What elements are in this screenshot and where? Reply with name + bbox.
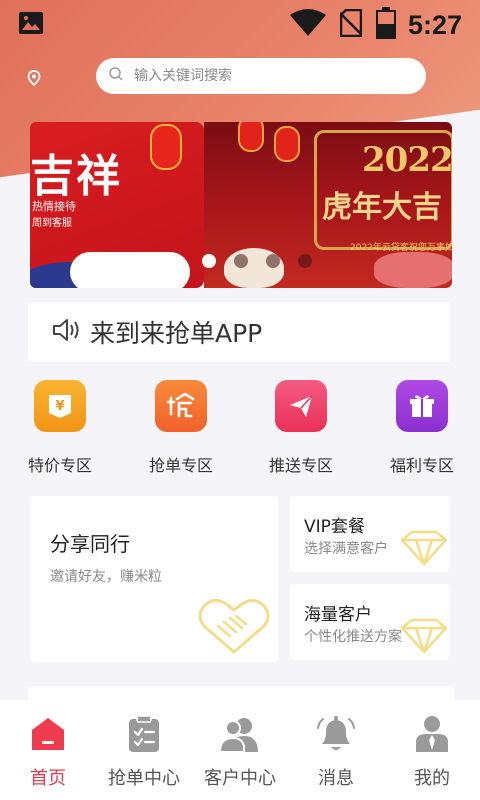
tab-label: 首页 bbox=[30, 768, 66, 789]
banner-slide-left[interactable]: 吉祥 热情接待 周到客服 bbox=[30, 122, 204, 288]
carousel-dot[interactable] bbox=[298, 254, 312, 268]
home-icon bbox=[28, 714, 68, 754]
mass-clients-card[interactable]: 海量客户 个性化推送方案 bbox=[290, 584, 450, 660]
banner-year: 2022 bbox=[362, 140, 452, 180]
grab-icon bbox=[155, 380, 207, 432]
lantern-icon bbox=[150, 124, 182, 170]
mass-subtitle: 个性化推送方案 bbox=[304, 629, 402, 645]
notice-text: 来到来抢单APP bbox=[90, 319, 263, 348]
send-icon bbox=[275, 380, 327, 432]
banner-slide-line1: 热情接待 bbox=[32, 200, 76, 213]
feature-specials[interactable]: ¥ 特价专区 bbox=[10, 380, 110, 476]
no-sim-icon bbox=[339, 8, 363, 41]
bottom-tab-bar: 首页 抢单中心 客户中心 消息 我的 bbox=[0, 700, 480, 800]
vip-subtitle: 选择满意客户 bbox=[304, 541, 388, 557]
location-icon[interactable] bbox=[27, 70, 41, 87]
users-icon bbox=[218, 714, 260, 754]
diamond-icon bbox=[400, 530, 448, 570]
vip-title: VIP套餐 bbox=[304, 517, 365, 537]
banner-subtitle: 2022年云贷客祝您万事如意 bbox=[350, 243, 452, 253]
tab-label: 客户中心 bbox=[204, 768, 276, 789]
banner-slide-title: 吉祥 bbox=[30, 151, 122, 202]
tab-grab-center[interactable]: 抢单中心 bbox=[96, 700, 192, 800]
lantern-icon bbox=[238, 122, 264, 152]
search-icon bbox=[108, 66, 124, 86]
banner-headline: 虎年大吉 bbox=[322, 190, 442, 225]
speaker-icon bbox=[52, 317, 82, 347]
cloud-decoration bbox=[70, 252, 190, 288]
tab-label: 我的 bbox=[414, 768, 450, 789]
clipboard-icon bbox=[124, 714, 164, 754]
feature-label: 特价专区 bbox=[27, 456, 92, 475]
tab-label: 消息 bbox=[318, 768, 354, 789]
lantern-icon bbox=[274, 126, 300, 162]
gift-icon bbox=[396, 380, 448, 432]
yuan-icon: ¥ bbox=[34, 380, 86, 432]
carousel-dot[interactable] bbox=[266, 254, 280, 268]
share-title: 分享同行 bbox=[50, 532, 130, 556]
tab-client-center[interactable]: 客户中心 bbox=[192, 700, 288, 800]
share-card[interactable]: 分享同行 邀请好友，赚米粒 bbox=[30, 496, 278, 662]
search-bar[interactable] bbox=[96, 58, 426, 94]
banner-slide-line2: 周到客服 bbox=[32, 218, 72, 229]
flower-decoration bbox=[374, 252, 452, 288]
mass-title: 海量客户 bbox=[304, 605, 372, 625]
search-input[interactable] bbox=[134, 68, 384, 84]
svg-text:¥: ¥ bbox=[55, 399, 64, 414]
diamond-icon bbox=[400, 618, 448, 658]
tab-messages[interactable]: 消息 bbox=[288, 700, 384, 800]
status-bar: 5:27 bbox=[0, 0, 480, 50]
feature-grab[interactable]: 抢单专区 bbox=[131, 380, 231, 476]
feature-label: 抢单专区 bbox=[148, 456, 213, 475]
feature-push[interactable]: 推送专区 bbox=[251, 380, 351, 476]
notice-bar[interactable]: 来到来抢单APP bbox=[28, 302, 450, 362]
feature-label: 福利专区 bbox=[389, 456, 454, 475]
tab-me[interactable]: 我的 bbox=[384, 700, 480, 800]
carousel-dot[interactable] bbox=[234, 254, 248, 268]
carousel-indicator bbox=[202, 254, 312, 268]
person-icon bbox=[412, 714, 452, 754]
image-icon bbox=[18, 11, 44, 39]
share-subtitle: 邀请好友，赚米粒 bbox=[50, 569, 162, 585]
battery-icon bbox=[375, 7, 396, 43]
vip-card[interactable]: VIP套餐 选择满意客户 bbox=[290, 496, 450, 572]
feature-welfare[interactable]: 福利专区 bbox=[372, 380, 472, 476]
carousel-dot[interactable] bbox=[202, 254, 216, 268]
top-row bbox=[0, 58, 480, 94]
handshake-icon bbox=[196, 596, 272, 660]
tab-label: 抢单中心 bbox=[108, 768, 180, 789]
banner-carousel[interactable]: 吉祥 热情接待 周到客服 2022 虎年大吉 2022年云贷客祝您万事如意 bbox=[30, 122, 452, 288]
bell-icon bbox=[316, 714, 356, 754]
feature-row: ¥ 特价专区 抢单专区 推送专区 福利专区 bbox=[0, 380, 480, 475]
wifi-icon bbox=[289, 9, 326, 41]
feature-label: 推送专区 bbox=[268, 456, 333, 475]
status-time: 5:27 bbox=[407, 9, 462, 40]
tab-home[interactable]: 首页 bbox=[0, 700, 96, 800]
